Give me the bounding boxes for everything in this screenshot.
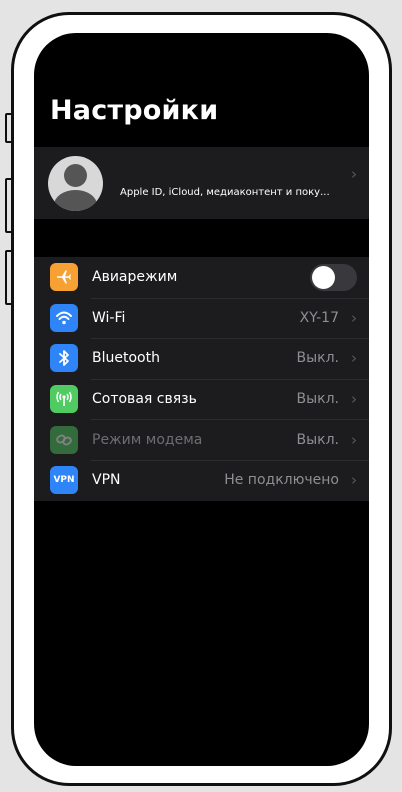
- vpn-label: VPN: [92, 472, 121, 489]
- chevron-right-icon: ›: [351, 308, 357, 327]
- cellular-value: Выкл.: [296, 391, 339, 408]
- bluetooth-label: Bluetooth: [92, 350, 160, 367]
- wifi-row[interactable]: Wi-Fi XY-17 ›: [34, 297, 369, 339]
- chevron-right-icon: ›: [351, 471, 357, 490]
- volume-up-button: [5, 178, 13, 233]
- vpn-row[interactable]: VPN VPN Не подключено ›: [34, 459, 369, 501]
- vpn-value: Не подключено: [224, 472, 339, 489]
- avatar: [48, 156, 103, 211]
- chevron-right-icon: ›: [351, 390, 357, 409]
- settings-list: Авиарежим Wi-Fi XY-17 › Bluetooth Выкл.: [34, 257, 369, 501]
- apple-id-row[interactable]: Apple ID, iCloud, медиаконтент и поку...…: [34, 147, 369, 219]
- airplane-mode-label: Авиарежим: [92, 269, 178, 286]
- cellular-label: Сотовая связь: [92, 391, 197, 408]
- bluetooth-row[interactable]: Bluetooth Выкл. ›: [34, 338, 369, 379]
- bluetooth-value: Выкл.: [296, 350, 339, 367]
- chevron-right-icon: ›: [351, 430, 357, 449]
- hotspot-row[interactable]: Режим модема Выкл. ›: [34, 419, 369, 460]
- page-title: Настройки: [50, 95, 219, 126]
- wifi-label: Wi-Fi: [92, 309, 126, 326]
- phone-frame: Настройки Apple ID, iCloud, медиаконтент…: [11, 12, 392, 786]
- chevron-right-icon: ›: [351, 349, 357, 368]
- hotspot-icon: [50, 425, 78, 454]
- volume-down-button: [5, 250, 13, 305]
- bluetooth-icon: [50, 344, 78, 373]
- wifi-icon: [50, 303, 78, 332]
- wifi-value: XY-17: [299, 309, 339, 326]
- hotspot-value: Выкл.: [296, 431, 339, 448]
- antenna-icon: [50, 385, 78, 414]
- vpn-icon: VPN: [50, 466, 78, 495]
- airplane-mode-row[interactable]: Авиарежим: [34, 257, 369, 298]
- apple-id-subtitle: Apple ID, iCloud, медиаконтент и поку...: [120, 187, 330, 198]
- vpn-icon-text: VPN: [53, 475, 75, 486]
- airplane-icon: [50, 263, 78, 292]
- mute-switch: [5, 113, 13, 143]
- cellular-row[interactable]: Сотовая связь Выкл. ›: [34, 378, 369, 420]
- airplane-mode-toggle[interactable]: [310, 263, 357, 291]
- chevron-right-icon: ›: [351, 165, 357, 183]
- hotspot-label: Режим модема: [92, 431, 203, 448]
- settings-screen: Настройки Apple ID, iCloud, медиаконтент…: [34, 33, 369, 766]
